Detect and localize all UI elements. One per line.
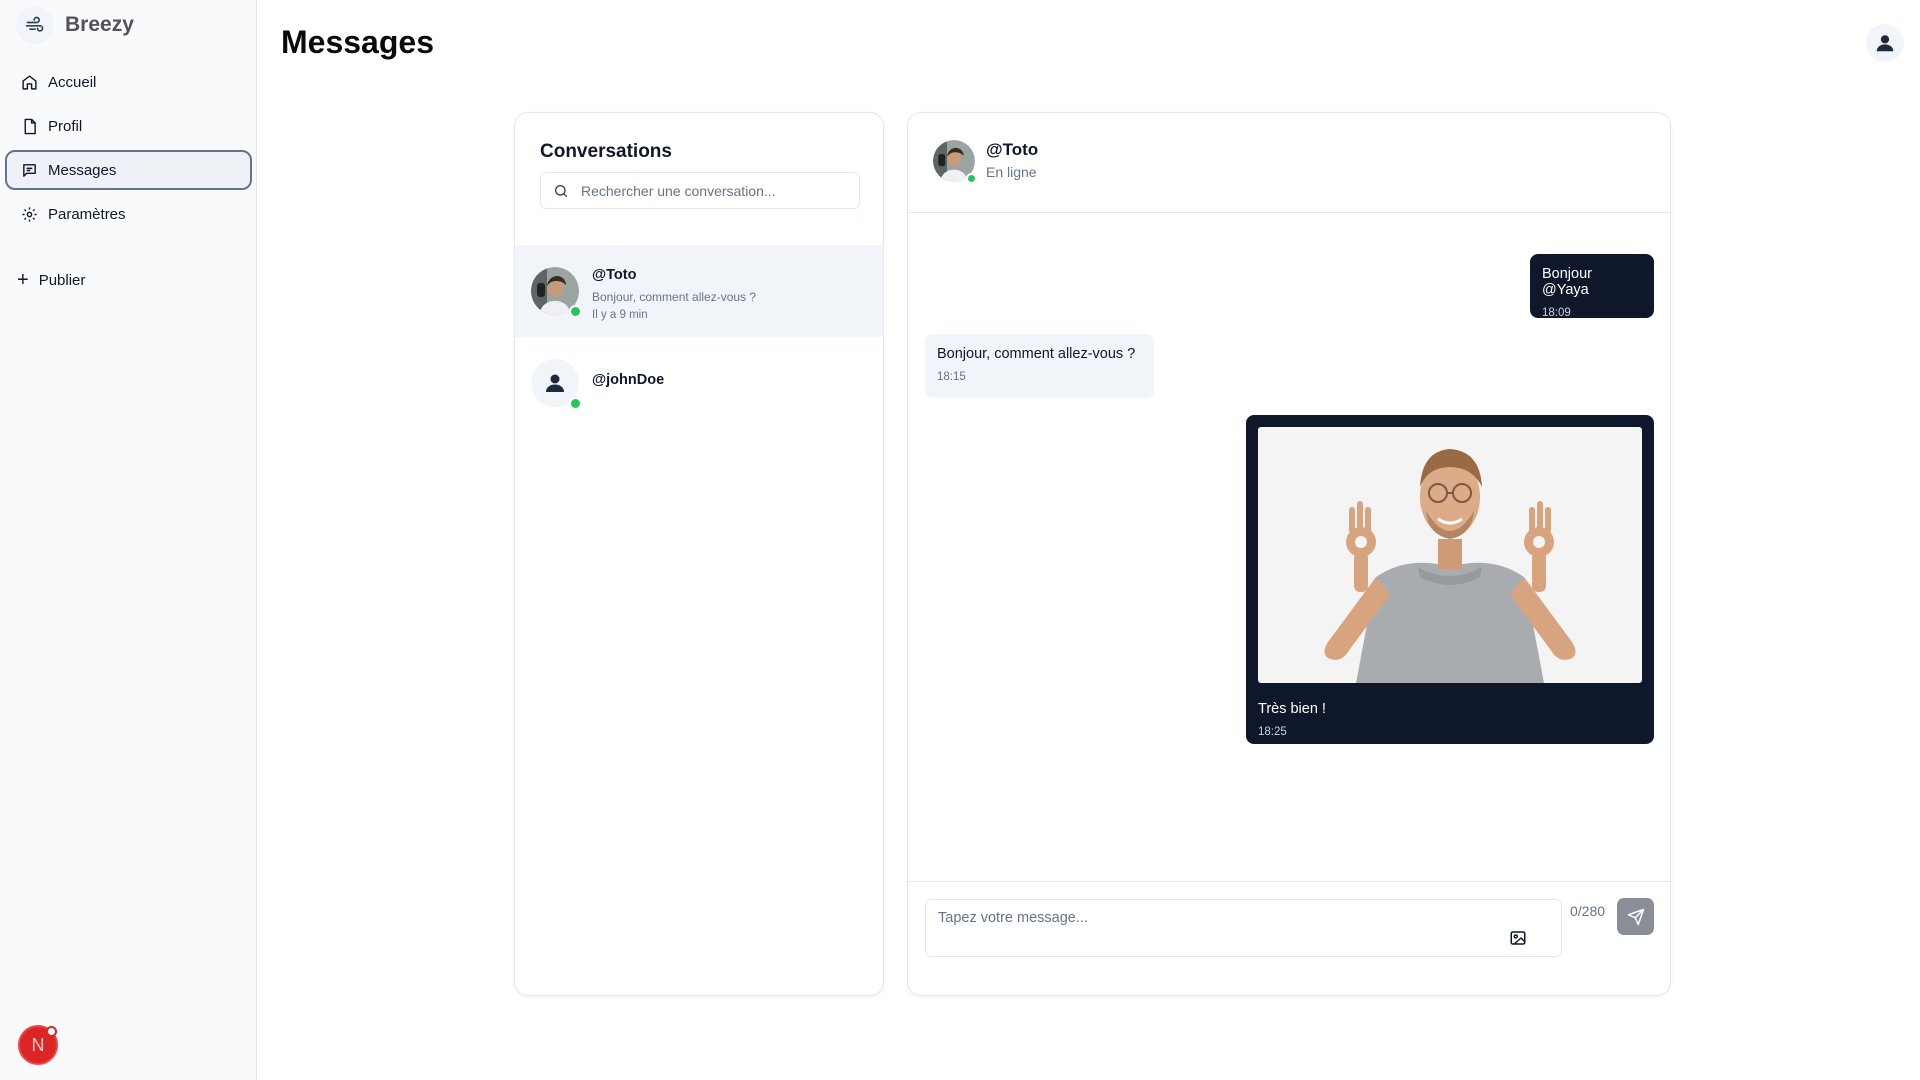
message-time: 18:25 xyxy=(1258,726,1287,738)
main-nav: Accueil Profil Messages Paramètres xyxy=(5,62,252,238)
chat-contact-status: En ligne xyxy=(986,164,1037,180)
page-title: Messages xyxy=(281,24,434,60)
account-avatar-button[interactable] xyxy=(1866,24,1904,62)
notification-dot xyxy=(46,1026,57,1037)
chat-panel: @Toto En ligne Bonjour @Yaya 18:09 Bonjo… xyxy=(907,112,1671,996)
conversations-title: Conversations xyxy=(540,141,672,162)
online-status-dot xyxy=(569,305,582,318)
online-status-dot xyxy=(966,173,977,184)
avatar xyxy=(531,267,582,318)
user-initial: N xyxy=(31,1034,45,1055)
nav-item-accueil[interactable]: Accueil xyxy=(5,62,252,102)
brand[interactable]: Breezy xyxy=(16,6,134,44)
chat-contact-name: @Toto xyxy=(986,140,1039,159)
conversation-search xyxy=(540,172,860,209)
search-icon xyxy=(555,184,567,197)
message-bubble-received: Bonjour, comment allez-vous ? 18:15 xyxy=(925,334,1154,398)
conversation-preview: Bonjour, comment allez-vous ? xyxy=(592,290,757,304)
message-time: 18:09 xyxy=(1542,307,1571,319)
publish-label: Publier xyxy=(38,271,86,289)
conversation-item-johndoe[interactable]: @johnDoe xyxy=(515,337,883,429)
message-input[interactable] xyxy=(938,910,1498,946)
brand-name: Breezy xyxy=(65,13,134,36)
conversation-item-toto[interactable]: @Toto Bonjour, comment allez-vous ? Il y… xyxy=(515,245,883,337)
plus-icon: + xyxy=(17,269,29,291)
message-input-box xyxy=(925,899,1562,957)
chat-header: @Toto En ligne xyxy=(908,113,1670,213)
user-menu-avatar[interactable]: N xyxy=(18,1025,58,1065)
conversation-time: Il y a 9 min xyxy=(592,309,648,321)
nav-item-label: Paramètres xyxy=(48,205,126,223)
message-text: Bonjour, comment allez-vous ? xyxy=(937,346,1136,362)
message-text: Bonjour @Yaya xyxy=(1542,266,1592,298)
publish-button[interactable]: + Publier xyxy=(17,270,85,290)
user-icon xyxy=(546,374,564,392)
message-icon xyxy=(23,163,36,177)
nav-item-messages[interactable]: Messages xyxy=(5,150,252,190)
user-icon xyxy=(1876,35,1894,52)
file-icon xyxy=(24,118,36,134)
gear-icon xyxy=(22,206,37,222)
avatar xyxy=(531,359,582,410)
nav-item-label: Profil xyxy=(48,117,83,135)
sidebar: Breezy Accueil Profil Messages Paramètre… xyxy=(0,0,257,1080)
character-counter: 0/280 xyxy=(1570,903,1606,919)
conversation-text: @johnDoe xyxy=(592,359,664,429)
message-image[interactable] xyxy=(1258,427,1642,683)
send-button[interactable] xyxy=(1617,898,1654,935)
message-bubble-sent: Bonjour @Yaya 18:09 xyxy=(1530,254,1654,319)
search-input[interactable] xyxy=(581,182,841,199)
nav-item-parametres[interactable]: Paramètres xyxy=(5,194,252,234)
online-status-dot xyxy=(569,397,582,410)
conversation-name: @johnDoe xyxy=(592,372,665,388)
conversations-panel: Conversations @Toto Bonjour, comment al xyxy=(514,112,884,996)
nav-item-profil[interactable]: Profil xyxy=(5,106,252,146)
message-bubble-sent-image: Très bien ! 18:25 xyxy=(1246,415,1654,744)
conversation-text: @Toto Bonjour, comment allez-vous ? Il y… xyxy=(592,267,756,337)
message-composer: 0/280 xyxy=(908,881,1670,995)
message-time: 18:15 xyxy=(937,371,966,383)
nav-item-label: Messages xyxy=(48,161,117,179)
nav-item-label: Accueil xyxy=(48,73,97,91)
send-icon xyxy=(1627,908,1644,925)
conversation-name: @Toto xyxy=(592,267,637,283)
image-upload-icon[interactable] xyxy=(1509,929,1527,947)
chat-avatar xyxy=(933,140,977,184)
message-text: Très bien ! xyxy=(1258,701,1326,717)
wind-logo-icon xyxy=(16,6,54,44)
home-icon xyxy=(22,74,37,90)
